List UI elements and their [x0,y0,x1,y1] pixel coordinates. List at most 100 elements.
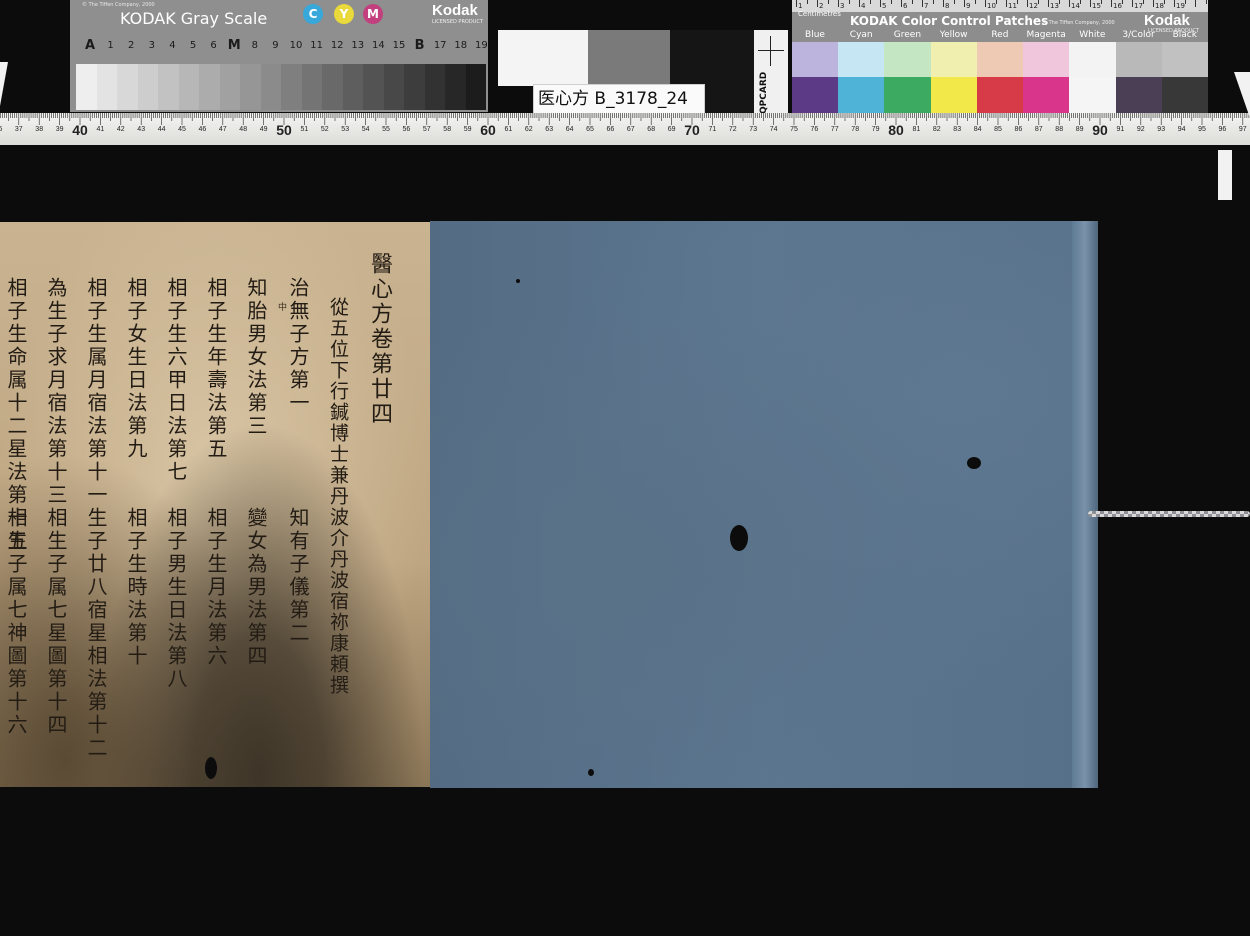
gray-step [281,64,302,110]
cover-speck [516,279,520,283]
patch-names: Blue Cyan Green Yellow Red Magenta White 3/Colo… [792,30,1208,42]
ruler-minor-label: 83 [953,126,961,133]
ruler-minor-label: 64 [566,126,574,133]
toc-entry-14: 相生子属七星圖第十四 [44,507,68,737]
gray-scale-label: 19 [475,40,488,51]
ruler-minor-label: 87 [1035,126,1043,133]
color-patch [884,42,931,77]
ruler-minor-label: 77 [831,126,839,133]
gray-step [96,64,117,110]
gray-scale-label: 9 [272,40,279,51]
gray-step [199,64,220,110]
white-patch [498,30,588,86]
ruler-minor-label: 42 [117,126,125,133]
ruler-minor-label: 38 [35,126,43,133]
color-patch [884,77,931,116]
ruler-minor-label: 91 [1117,126,1125,133]
ruler-minor-label: 59 [464,126,472,133]
ruler-minor-label: 62 [525,126,533,133]
ruler-minor-label: 75 [790,126,798,133]
scroll-rod [1072,221,1098,788]
gray-step [465,64,486,110]
ruler-minor-label: 63 [545,126,553,133]
color-patch [930,42,977,77]
toc-entry-1: 治無子方第一 [286,277,310,415]
color-patch [1161,42,1208,77]
ruler-major-label: 60 [480,122,496,138]
toc-entry-4: 變女為男法第四 [244,507,268,668]
color-patch [1161,77,1208,116]
ruler-minor-label: 45 [178,126,186,133]
cover-hole-center [730,525,748,551]
right-edge-tab [1234,72,1250,118]
color-card-ruler-number: 6 [903,2,908,10]
paper-hole [205,757,217,779]
toc-entry-12: 生子廿八宿星相法第十二 [84,507,108,760]
ruler-minor-label: 68 [647,126,655,133]
ruler-minor-label: 36 [0,126,2,133]
gray-step [445,64,466,110]
gray-scale-label: 12 [330,40,344,51]
gray-step [322,64,343,110]
gray-step [117,64,138,110]
ruler-minor-label: 73 [749,126,757,133]
blue-scroll-cover [430,221,1098,788]
ruler-minor-label: 56 [403,126,411,133]
color-patch [1023,42,1070,77]
color-card-ruler-number: 12 [1029,2,1038,10]
gray-scale-label: 8 [251,40,258,51]
ruler-minor-label: 55 [382,126,390,133]
toc-entry-5: 相子生年壽法第五 [204,277,228,461]
gray-step [158,64,179,110]
ruler-minor-label: 57 [423,126,431,133]
gray-scale-label: B [414,38,425,53]
crosshair-target: QPCARD [754,30,788,116]
patch-name: Yellow [939,30,968,40]
gray-step [363,64,384,110]
ruler-minor-label: 37 [15,126,23,133]
patch-name: Green [893,30,922,40]
color-card-ruler-number: 2 [819,2,824,10]
toc-entry-7: 相子生六甲日法第七 [164,277,188,484]
ruler-minor-label: 82 [933,126,941,133]
toc-entry-13: 為生子求月宿法第十三 [44,277,68,507]
tie-cord [1088,511,1250,517]
gray-scale-label: 11 [310,40,323,51]
ruler-minor-label: 52 [321,126,329,133]
gray-scale-label: A [84,38,96,53]
ruler-major-label: 80 [888,122,904,138]
color-card-ruler-number: 10 [987,2,996,10]
color-card-ruler-number: 7 [924,2,929,10]
color-card-ruler-number: 15 [1092,2,1101,10]
ruler-minor-label: 66 [607,126,615,133]
gray-step [76,64,97,110]
gray-scale-label: 14 [372,40,385,51]
ruler-minor-label: 69 [668,126,676,133]
ruler-minor-label: 89 [1076,126,1084,133]
color-card-ruler-number: 9 [966,2,971,10]
ruler-major-label: 90 [1092,122,1108,138]
color-card-ruler-number: 14 [1071,2,1080,10]
gray-step [342,64,363,110]
color-card-ruler-number: 8 [945,2,950,10]
patch-name: White [1079,30,1106,40]
color-card-ruler-number: 18 [1155,2,1164,10]
color-card-kodak-logo: Kodak [1144,12,1190,29]
ruler-minor-label: 43 [137,126,145,133]
annotation-mark: 中 [276,302,286,311]
kodak-gray-scale-card: © The Tiffen Company, 2000 KODAK Gray Sc… [70,0,488,112]
ruler-minor-label: 54 [362,126,370,133]
color-patch [792,42,839,77]
gray-scale-label: 18 [454,40,468,51]
color-card-title: KODAK Color Control Patches [850,14,1049,28]
toc-entry-16: 相生子属七神圖第十六 [4,507,28,737]
magenta-dot: M [363,4,383,24]
patch-name: Blue [805,30,825,40]
ruler-minor-label: 93 [1157,126,1165,133]
gray-scale-steps [76,64,486,110]
gray-scale-labels: A 1 2 3 4 5 6 M 8 9 10 11 12 13 14 15 B 17 18 19 [80,38,488,56]
call-number-label: 医心方 B_3178_24 [533,84,705,114]
color-patch [930,77,977,116]
gray-step [404,64,425,110]
patch-name: 3/Color [1122,30,1155,40]
